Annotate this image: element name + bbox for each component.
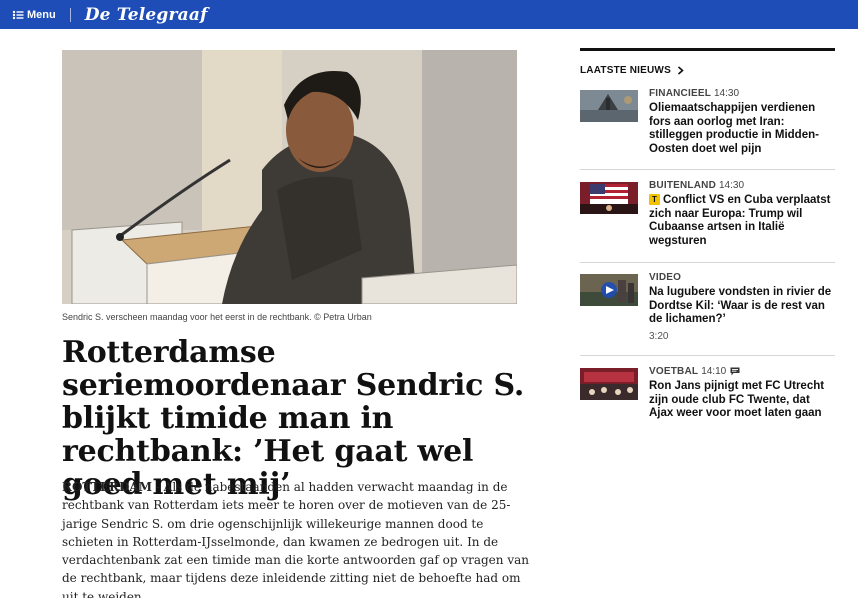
article-intro: ROTTERDAM - Als de nabestaanden al hadde… (62, 478, 532, 598)
football-thumbnail (580, 368, 638, 400)
sidebar-top-rule (580, 48, 835, 51)
news-time: 14:30 (719, 180, 745, 191)
news-title[interactable]: Na lugubere vondsten in rivier de Dordts… (649, 286, 835, 327)
site-logo[interactable]: De Telegraaf (85, 5, 208, 25)
latest-news-header-link[interactable]: LAATSTE NIEUWS (580, 65, 835, 76)
latest-news-sidebar: LAATSTE NIEUWS FINANCIEEL 14:30 Oliemaat… (580, 48, 835, 419)
article-intro-text: - Als de nabestaanden al hadden verwacht… (62, 480, 529, 598)
chevron-right-icon (677, 66, 684, 75)
news-title[interactable]: Ron Jans pijnigt met FC Utrecht zijn oud… (649, 380, 835, 421)
news-title[interactable]: T Conflict VS en Cuba verplaatst zich naa… (649, 194, 835, 248)
video-duration: 3:20 (649, 330, 669, 342)
comment-icon (730, 367, 740, 376)
article-headline[interactable]: Rotterdamse seriemoordenaar Sendric S. b… (62, 336, 532, 501)
news-divider (580, 262, 835, 263)
latest-news-header: LAATSTE NIEUWS (580, 65, 671, 76)
menu-icon (12, 10, 24, 19)
oil-rig-thumbnail (580, 90, 638, 122)
top-navigation-bar: Menu De Telegraaf (0, 0, 858, 29)
video-thumbnail (580, 274, 638, 306)
courtroom-sketch-illustration (62, 50, 517, 304)
menu-button[interactable]: Menu (12, 9, 56, 21)
topbar-divider (69, 7, 71, 22)
premium-badge-icon: T (649, 194, 660, 205)
menu-label: Menu (27, 8, 56, 21)
news-title-text: Conflict VS en Cuba verplaatst zich naar… (649, 194, 831, 247)
news-time: 14:30 (714, 88, 740, 99)
news-category: BUITENLAND (649, 180, 716, 191)
news-category: VIDEO (649, 272, 682, 283)
article-hero-image (62, 50, 517, 304)
us-flag-thumbnail (580, 182, 638, 214)
news-title[interactable]: Oliemaatschappijen verdienen fors aan oo… (649, 102, 835, 156)
news-time: 14:10 (701, 366, 727, 377)
news-divider (580, 355, 835, 356)
article-dateline: ROTTERDAM (62, 480, 152, 494)
news-category: FINANCIEEL (649, 88, 711, 99)
image-caption: Sendric S. verscheen maandag voor het ee… (62, 312, 372, 322)
news-category: VOETBAL (649, 366, 699, 377)
news-divider (580, 169, 835, 170)
